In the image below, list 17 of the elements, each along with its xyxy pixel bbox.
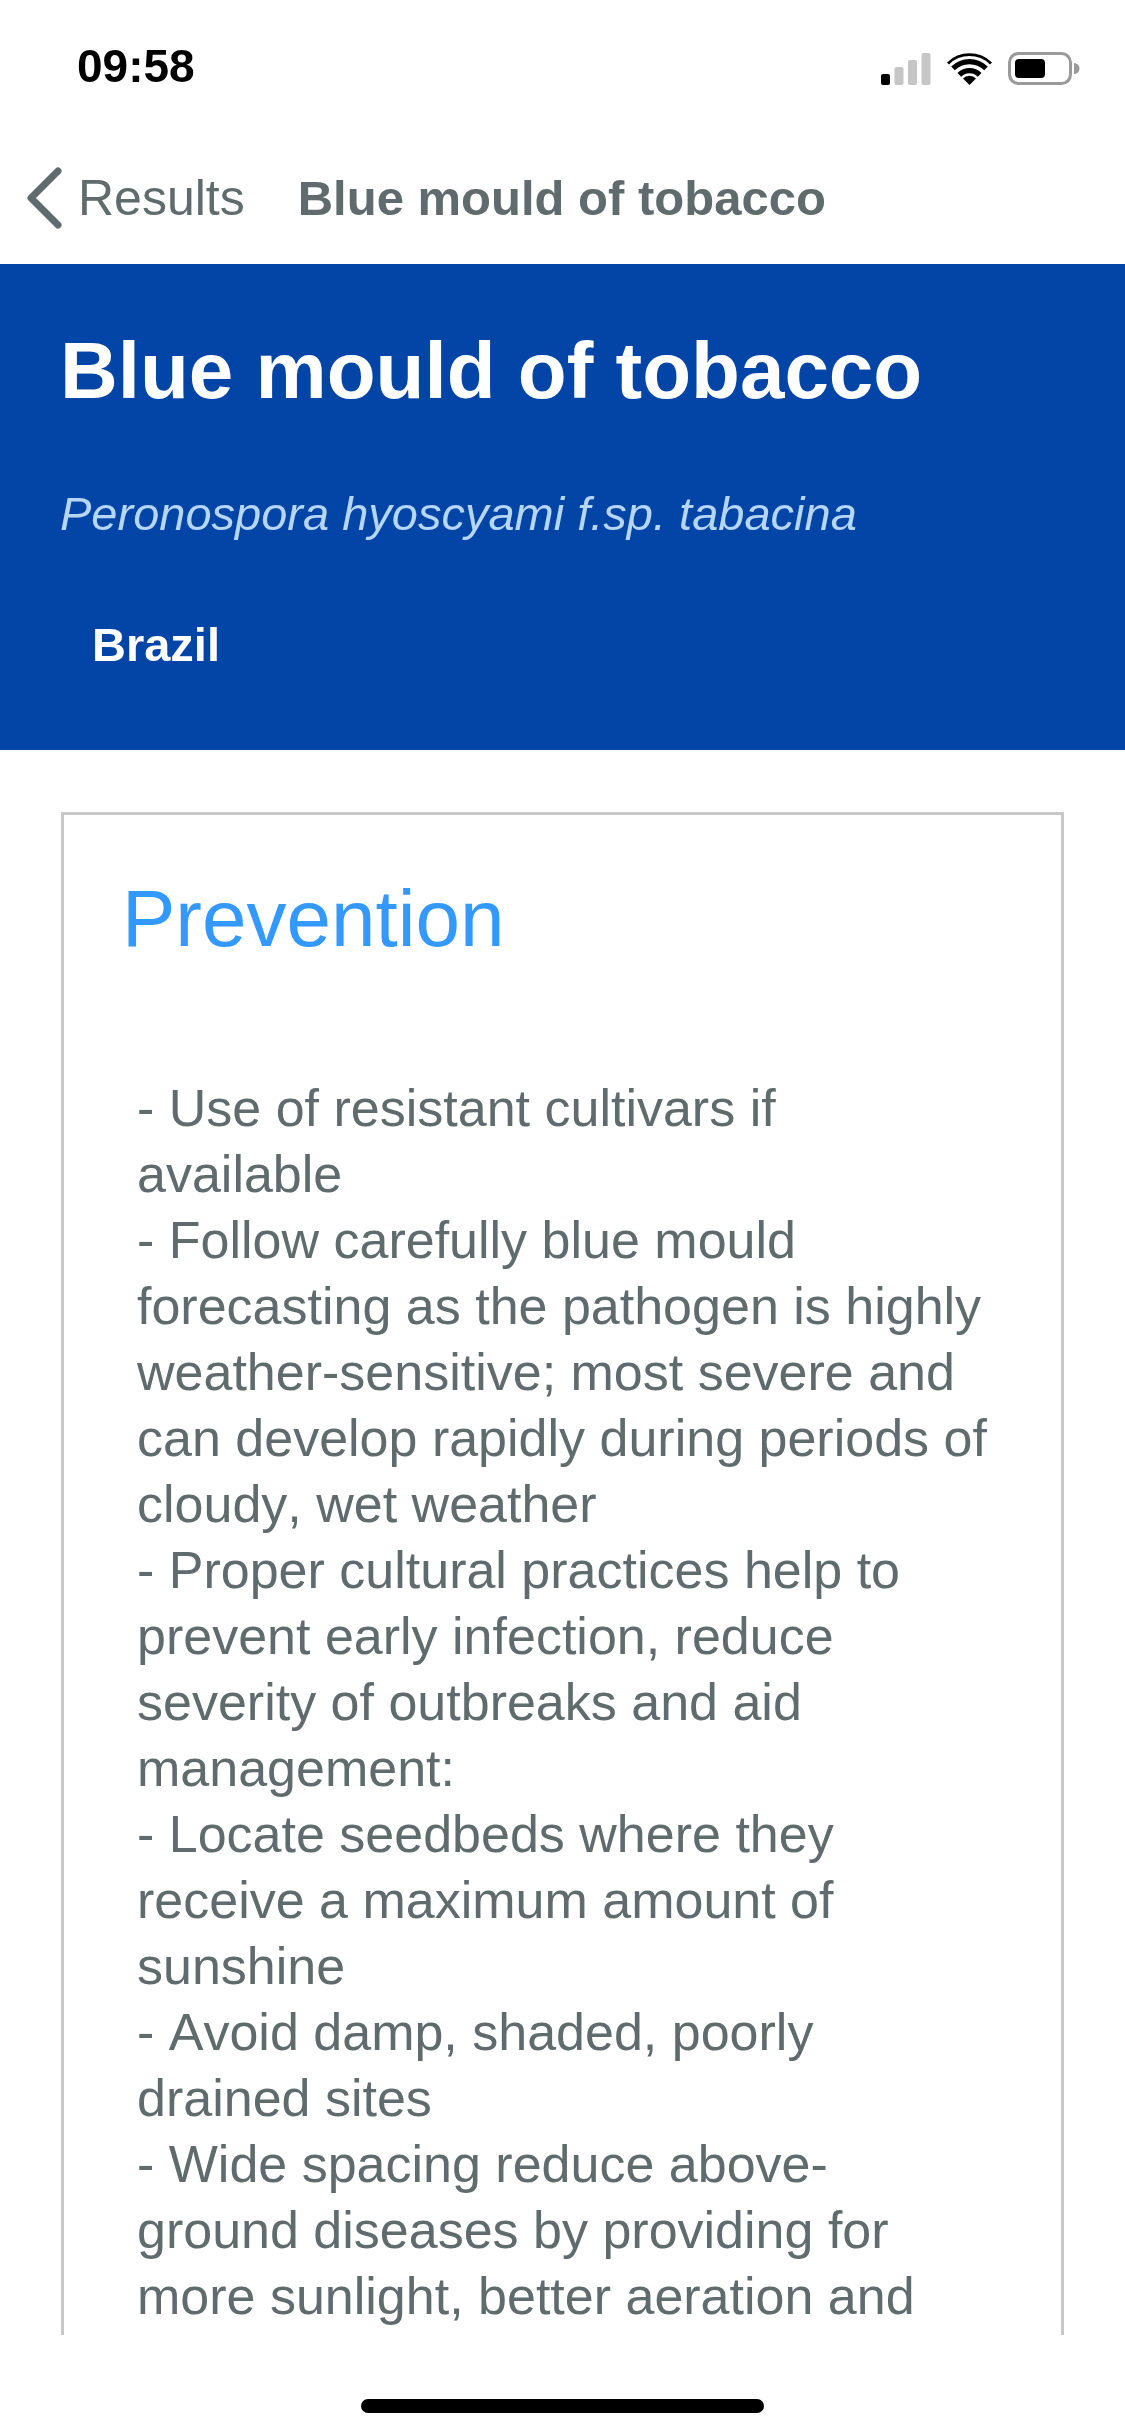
chevron-left-icon [26, 167, 62, 229]
back-button[interactable]: Results [26, 167, 245, 229]
prevention-item: - Proper cultural practices help to prevent early infection, reduce severity of outbreaks and aid management: [137, 1540, 901, 1799]
disease-title: Blue mould of tobacco [60, 325, 923, 417]
section-title: Prevention [122, 873, 506, 965]
status-time: 09:58 [77, 39, 195, 94]
scientific-name: Peronospora hyoscyami f.sp. tabacina [60, 486, 857, 542]
wifi-icon [947, 52, 992, 85]
prevention-item: - Follow carefully blue mould forecasting as the pathogen is highly weather-sensitive; most severe and can develop rapidly during periods of cloudy, wet weather [137, 1210, 988, 1535]
signal-icon [881, 52, 931, 85]
prevention-item: - Use of resistant cultivars if available [137, 1078, 777, 1205]
prevention-item: - Locate seedbeds where they receive a maximum amount of sunshine [137, 1804, 835, 1997]
nav-title: Blue mould of tobacco [297, 170, 826, 227]
country-label: Brazil [92, 617, 220, 673]
prevention-item: - Avoid damp, shaded, poorly drained sites [137, 2002, 815, 2129]
battery-icon [1008, 52, 1080, 85]
prevention-item: - Wide spacing reduce above-ground diseases by providing for more sunlight, better aeration and [137, 2134, 916, 2327]
